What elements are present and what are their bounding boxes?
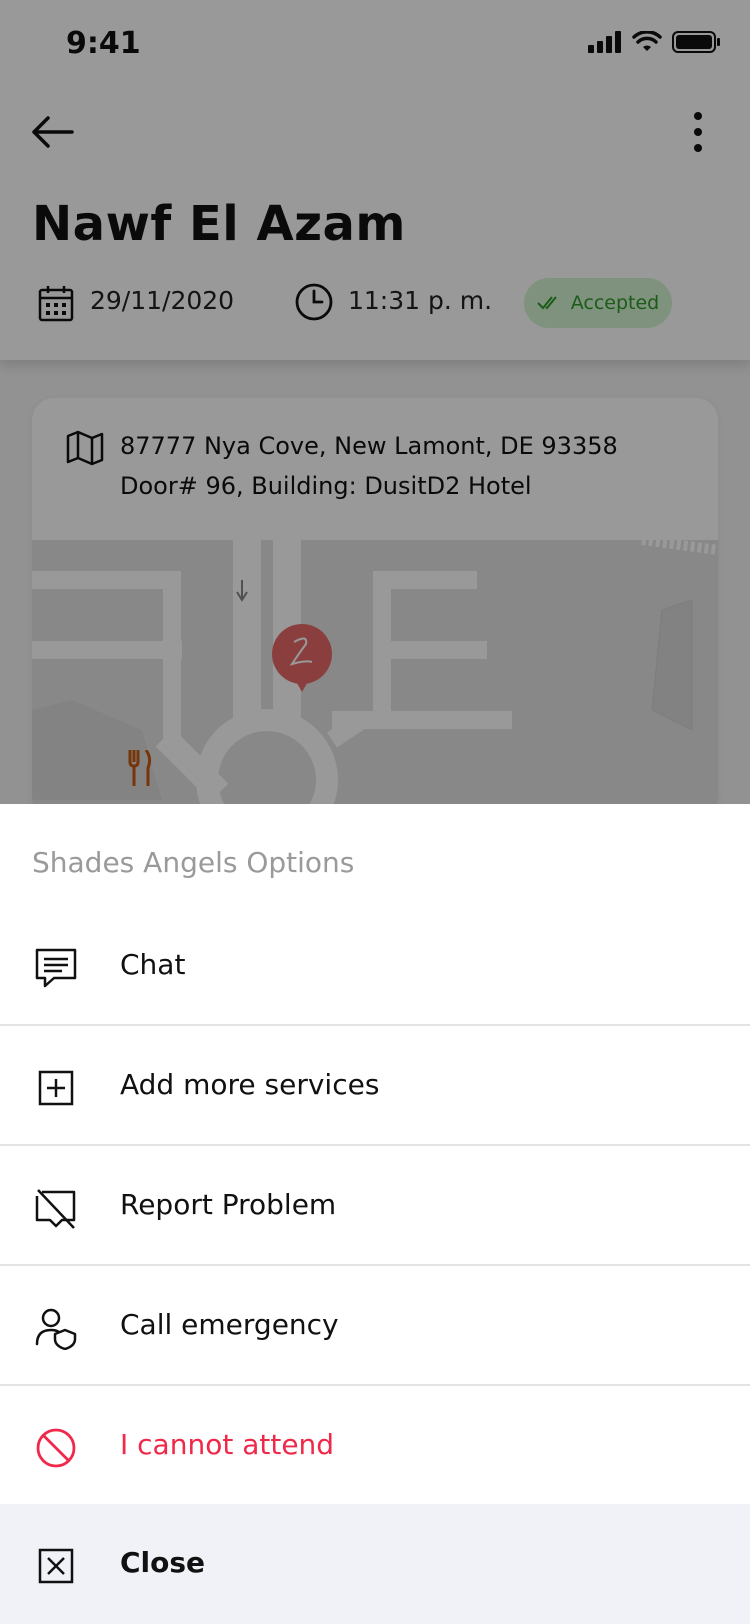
report-problem-icon bbox=[35, 1189, 76, 1229]
option-label: Report Problem bbox=[120, 1188, 337, 1221]
chat-icon bbox=[35, 948, 77, 988]
close-button[interactable]: Close bbox=[0, 1504, 750, 1624]
sheet-title: Shades Angels Options bbox=[32, 846, 355, 879]
option-call-emergency[interactable]: Call emergency bbox=[0, 1266, 750, 1386]
option-add-more-services[interactable]: Add more services bbox=[0, 1026, 750, 1146]
options-bottom-sheet: Shades Angels Options Chat Add more serv… bbox=[0, 804, 750, 1624]
close-square-icon bbox=[38, 1548, 74, 1584]
emergency-icon bbox=[35, 1308, 77, 1350]
option-label: Chat bbox=[120, 948, 186, 981]
option-chat[interactable]: Chat bbox=[0, 906, 750, 1026]
option-label: I cannot attend bbox=[120, 1428, 335, 1461]
option-label: Call emergency bbox=[120, 1308, 339, 1341]
plus-square-icon bbox=[38, 1070, 74, 1106]
option-report-problem[interactable]: Report Problem bbox=[0, 1146, 750, 1266]
option-label: Add more services bbox=[120, 1068, 380, 1101]
close-label: Close bbox=[120, 1546, 206, 1579]
block-icon bbox=[36, 1428, 76, 1468]
option-cannot-attend[interactable]: I cannot attend bbox=[0, 1386, 750, 1506]
dim-overlay[interactable] bbox=[0, 0, 750, 804]
